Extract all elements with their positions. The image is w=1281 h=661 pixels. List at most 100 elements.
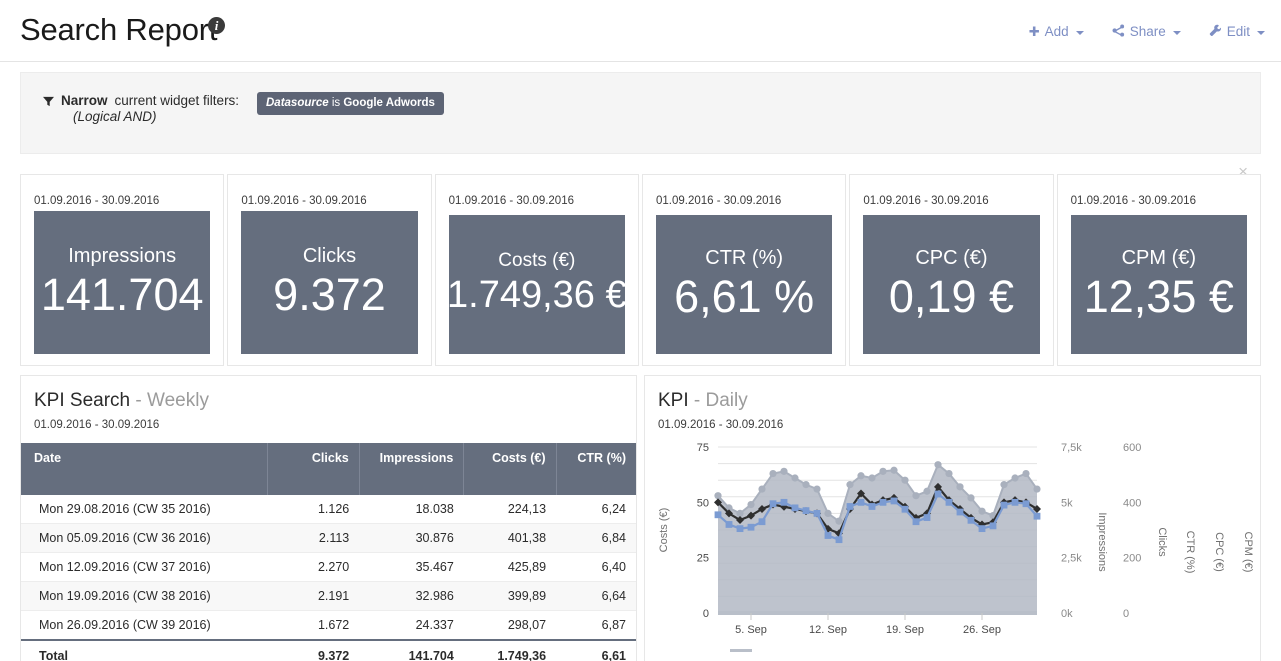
kpi-value: 0,19 € bbox=[889, 271, 1014, 323]
svg-text:7,5k: 7,5k bbox=[1061, 442, 1082, 454]
kpi-daily-widget: KPI - Daily 01.09.2016 - 30.09.2016 0 25 5… bbox=[644, 375, 1261, 661]
kpi-label: CTR (%) bbox=[705, 247, 783, 269]
table-row[interactable]: Mon 19.09.2016 (CW 38 2016) 2.191 32.986… bbox=[21, 582, 636, 611]
kpi-card-row: 01.09.2016 - 30.09.2016 Impressions 141.… bbox=[20, 174, 1261, 366]
edit-label: Edit bbox=[1227, 24, 1250, 39]
chevron-down-icon bbox=[1257, 31, 1265, 35]
kpi-card-clicks[interactable]: 01.09.2016 - 30.09.2016 Clicks 9.372 bbox=[227, 174, 431, 366]
widget-title-sub: - Weekly bbox=[130, 390, 209, 411]
widget-date-range: 01.09.2016 - 30.09.2016 bbox=[658, 419, 1260, 431]
kpi-card-ctr[interactable]: 01.09.2016 - 30.09.2016 CTR (%) 6,61 % bbox=[642, 174, 846, 366]
kpi-card-cpm[interactable]: 01.09.2016 - 30.09.2016 CPM (€) 12,35 € bbox=[1057, 174, 1261, 366]
kpi-card-impressions[interactable]: 01.09.2016 - 30.09.2016 Impressions 141.… bbox=[20, 174, 224, 366]
cell-total-impressions: 141.704 bbox=[359, 640, 464, 661]
cell-date: Mon 29.08.2016 (CW 35 2016) bbox=[21, 495, 267, 524]
filter-strong-label: Narrow bbox=[61, 93, 108, 108]
cell-costs: 224,13 bbox=[464, 495, 556, 524]
chevron-down-icon bbox=[1173, 31, 1181, 35]
kpi-date-range: 01.09.2016 - 30.09.2016 bbox=[1071, 195, 1196, 207]
column-header-costs[interactable]: Costs (€) bbox=[464, 443, 556, 495]
kpi-date-range: 01.09.2016 - 30.09.2016 bbox=[656, 195, 781, 207]
cell-clicks: 2.270 bbox=[267, 553, 359, 582]
kpi-value: 12,35 € bbox=[1084, 271, 1234, 323]
cell-total-costs: 1.749,36 bbox=[464, 640, 556, 661]
svg-text:25: 25 bbox=[697, 553, 709, 565]
add-button[interactable]: ✚ Add bbox=[1029, 24, 1084, 39]
plus-icon: ✚ bbox=[1029, 25, 1040, 38]
svg-text:CPC (€): CPC (€) bbox=[1213, 532, 1225, 572]
column-header-date[interactable]: Date bbox=[21, 443, 267, 495]
table-body: Mon 29.08.2016 (CW 35 2016) 1.126 18.038… bbox=[21, 495, 636, 661]
kpi-card-costs[interactable]: 01.09.2016 - 30.09.2016 Costs (€) 1.749,… bbox=[435, 174, 639, 366]
svg-text:50: 50 bbox=[697, 497, 709, 509]
cell-clicks: 2.113 bbox=[267, 524, 359, 553]
kpi-label: CPM (€) bbox=[1122, 247, 1196, 269]
svg-text:200: 200 bbox=[1123, 553, 1141, 565]
daily-kpi-chart[interactable]: 0255075Costs (€)0k2,5k5k7,5kImpressions0… bbox=[645, 435, 1261, 650]
filter-chip-datasource[interactable]: Datasource is Google Adwords bbox=[257, 92, 444, 115]
header-divider bbox=[0, 61, 1281, 62]
filter-text-label: current widget filters: bbox=[115, 93, 240, 108]
kpi-search-weekly-widget: KPI Search - Weekly 01.09.2016 - 30.09.2… bbox=[20, 375, 637, 661]
table-row[interactable]: Mon 05.09.2016 (CW 36 2016) 2.113 30.876… bbox=[21, 524, 636, 553]
kpi-date-range: 01.09.2016 - 30.09.2016 bbox=[863, 195, 988, 207]
cell-total-clicks: 9.372 bbox=[267, 640, 359, 661]
svg-text:Costs (€): Costs (€) bbox=[658, 508, 670, 553]
svg-text:CTR (%): CTR (%) bbox=[1184, 531, 1196, 574]
svg-text:5. Sep: 5. Sep bbox=[735, 624, 767, 636]
filter-logic-label: (Logical AND) bbox=[73, 109, 239, 124]
chevron-down-icon bbox=[1076, 31, 1084, 35]
column-header-ctr[interactable]: CTR (%) bbox=[556, 443, 636, 495]
cell-clicks: 1.126 bbox=[267, 495, 359, 524]
svg-text:5k: 5k bbox=[1061, 497, 1073, 509]
page-header: Search Report i ✚ Add Share Edit bbox=[0, 0, 1281, 62]
page-title: Search Report bbox=[20, 14, 217, 45]
edit-button[interactable]: Edit bbox=[1209, 24, 1265, 39]
svg-text:0: 0 bbox=[703, 608, 709, 620]
svg-text:75: 75 bbox=[697, 442, 709, 454]
share-button[interactable]: Share bbox=[1112, 24, 1181, 39]
cell-ctr: 6,24 bbox=[556, 495, 636, 524]
funnel-icon bbox=[43, 95, 54, 106]
widget-title-sub: - Daily bbox=[689, 390, 748, 411]
cell-date: Mon 26.09.2016 (CW 39 2016) bbox=[21, 611, 267, 641]
filter-chip-operator: is bbox=[329, 97, 344, 109]
widget-title: KPI Search - Weekly bbox=[34, 390, 636, 412]
kpi-label: Costs (€) bbox=[498, 251, 575, 272]
cell-ctr: 6,40 bbox=[556, 553, 636, 582]
svg-text:600: 600 bbox=[1123, 442, 1141, 454]
widget-title-main: KPI bbox=[658, 390, 689, 411]
filter-bar: Narrow current widget filters: (Logical … bbox=[20, 72, 1261, 154]
kpi-card-cpc[interactable]: 01.09.2016 - 30.09.2016 CPC (€) 0,19 € bbox=[849, 174, 1053, 366]
column-header-impressions[interactable]: Impressions bbox=[359, 443, 464, 495]
table-row[interactable]: Mon 26.09.2016 (CW 39 2016) 1.672 24.337… bbox=[21, 611, 636, 641]
kpi-value: 141.704 bbox=[41, 269, 204, 321]
cell-date: Mon 19.09.2016 (CW 38 2016) bbox=[21, 582, 267, 611]
table-row[interactable]: Mon 12.09.2016 (CW 37 2016) 2.270 35.467… bbox=[21, 553, 636, 582]
cell-impressions: 30.876 bbox=[359, 524, 464, 553]
svg-text:Impressions: Impressions bbox=[1096, 512, 1108, 572]
chart-legend-swatch bbox=[730, 649, 752, 652]
column-header-clicks[interactable]: Clicks bbox=[267, 443, 359, 495]
table-total-row: Total 9.372 141.704 1.749,36 6,61 bbox=[21, 640, 636, 661]
filter-description: Narrow current widget filters: (Logical … bbox=[43, 93, 239, 124]
cell-date: Mon 12.09.2016 (CW 37 2016) bbox=[21, 553, 267, 582]
cell-costs: 401,38 bbox=[464, 524, 556, 553]
svg-text:CPM (€): CPM (€) bbox=[1242, 532, 1254, 573]
widget-date-range: 01.09.2016 - 30.09.2016 bbox=[34, 419, 636, 431]
table-row[interactable]: Mon 29.08.2016 (CW 35 2016) 1.126 18.038… bbox=[21, 495, 636, 524]
share-icon bbox=[1112, 24, 1125, 39]
cell-total-label: Total bbox=[21, 640, 267, 661]
filter-chip-value: Google Adwords bbox=[343, 97, 435, 109]
svg-text:19. Sep: 19. Sep bbox=[886, 624, 924, 636]
kpi-date-range: 01.09.2016 - 30.09.2016 bbox=[241, 195, 366, 207]
kpi-tile: CTR (%) 6,61 % bbox=[656, 215, 832, 354]
filter-chip-field: Datasource bbox=[266, 97, 329, 109]
share-label: Share bbox=[1130, 24, 1166, 39]
wrench-icon bbox=[1209, 24, 1222, 39]
table-header-row: Date Clicks Impressions Costs (€) CTR (%… bbox=[21, 443, 636, 495]
info-icon[interactable]: i bbox=[208, 17, 225, 34]
kpi-weekly-table: Date Clicks Impressions Costs (€) CTR (%… bbox=[21, 443, 636, 661]
kpi-tile: Impressions 141.704 bbox=[34, 211, 210, 354]
cell-total-ctr: 6,61 bbox=[556, 640, 636, 661]
